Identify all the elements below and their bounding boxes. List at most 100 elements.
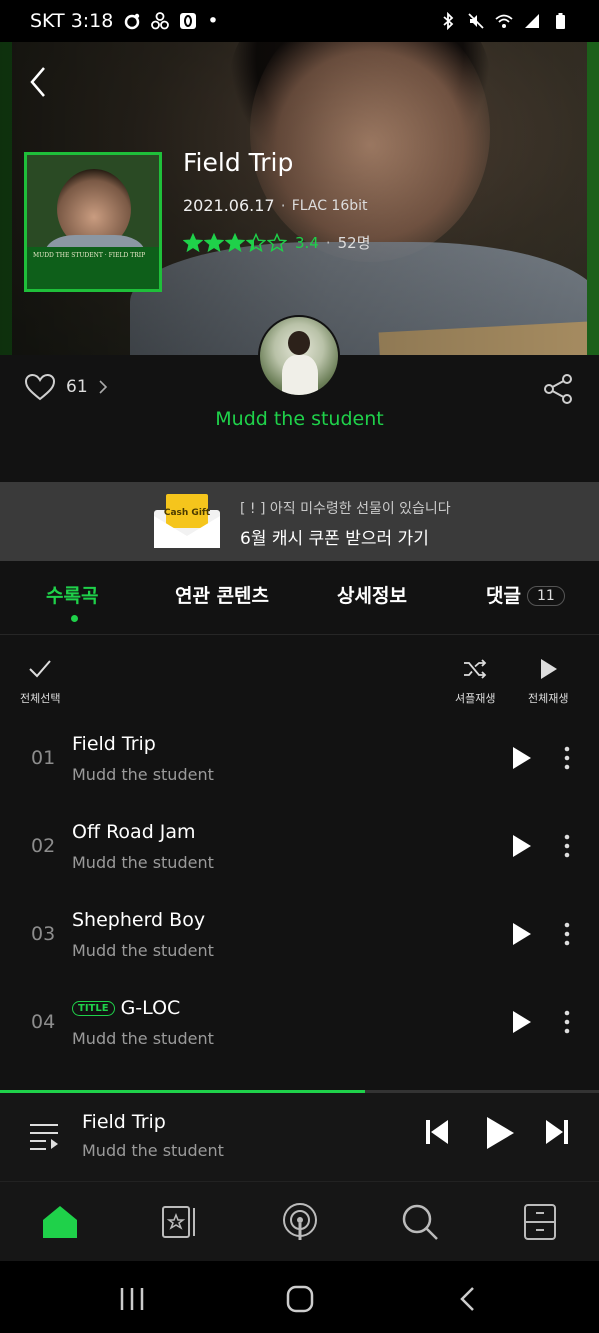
next-button[interactable] bbox=[545, 1117, 569, 1147]
album-meta: 2021.06.17 · FLAC 16bit bbox=[183, 196, 368, 215]
artist-avatar[interactable] bbox=[258, 315, 340, 397]
play-button[interactable] bbox=[484, 1115, 516, 1151]
artist-name-link[interactable]: Mudd the student bbox=[0, 408, 599, 430]
tab-details[interactable]: 상세정보 bbox=[337, 581, 407, 608]
rating-count: 52명 bbox=[337, 234, 371, 252]
shuffle-play-button[interactable]: 셔플재생 bbox=[455, 656, 495, 706]
bottom-navigation bbox=[0, 1181, 599, 1261]
star-icon bbox=[225, 232, 245, 252]
heart-icon bbox=[24, 373, 56, 401]
active-tab-indicator bbox=[71, 615, 78, 622]
track-number: 02 bbox=[31, 835, 56, 857]
track-title: TITLE G-LOC bbox=[72, 997, 180, 1019]
track-artist: Mudd the student bbox=[72, 853, 214, 872]
system-back-icon[interactable] bbox=[453, 1285, 483, 1313]
tab-related[interactable]: 연관 콘텐츠 bbox=[175, 581, 269, 608]
now-playing-artist: Mudd the student bbox=[82, 1141, 224, 1160]
track-title-text: Shepherd Boy bbox=[72, 909, 206, 931]
star-icon bbox=[204, 232, 224, 252]
library-icon[interactable] bbox=[160, 1202, 200, 1242]
home-button-icon[interactable] bbox=[285, 1285, 315, 1313]
release-date: 2021.06.17 bbox=[183, 196, 275, 215]
wifi-icon bbox=[495, 14, 513, 28]
signal-icon bbox=[525, 14, 539, 28]
star-icon bbox=[183, 232, 203, 252]
bluetooth-icon bbox=[443, 12, 454, 30]
shuffle-label: 셔플재생 bbox=[455, 692, 496, 705]
carrier-time: SKT 3:18 bbox=[30, 10, 114, 32]
rating-stars bbox=[183, 232, 287, 253]
pinwheel-icon bbox=[151, 12, 170, 30]
track-number: 03 bbox=[31, 923, 56, 945]
track-row[interactable]: 02 Off Road Jam Mudd the student bbox=[0, 805, 599, 893]
track-title-text: Off Road Jam bbox=[72, 821, 196, 843]
gift-banner[interactable]: Cash Gift [ ! ] 아직 미수령한 선물이 있습니다 6월 캐시 쿠… bbox=[0, 482, 599, 561]
music-app-icon bbox=[125, 13, 140, 30]
more-options-icon[interactable] bbox=[556, 833, 578, 859]
gift-label: Cash Gift bbox=[164, 508, 211, 518]
track-title: Field Trip bbox=[72, 733, 156, 755]
battery-icon bbox=[556, 13, 565, 29]
back-button[interactable] bbox=[26, 64, 52, 100]
select-all-button[interactable]: 전체선택 bbox=[20, 656, 60, 706]
shuffle-icon bbox=[464, 659, 487, 679]
tab-tracks[interactable]: 수록곡 bbox=[46, 581, 98, 608]
share-button[interactable] bbox=[541, 372, 575, 406]
mini-player[interactable]: Field Trip Mudd the student bbox=[0, 1093, 599, 1181]
tab-comments[interactable]: 댓글 11 bbox=[486, 581, 565, 608]
album-title: Field Trip bbox=[183, 148, 294, 177]
track-artist: Mudd the student bbox=[72, 765, 214, 784]
track-title: Shepherd Boy bbox=[72, 909, 205, 931]
track-row[interactable]: 04 TITLE G-LOC Mudd the student bbox=[0, 981, 599, 1069]
like-button[interactable]: 61 bbox=[24, 373, 108, 401]
banner-subtext: [ ! ] 아직 미수령한 선물이 있습니다 bbox=[240, 501, 451, 517]
more-options-icon[interactable] bbox=[556, 745, 578, 771]
audio-format: FLAC 16bit bbox=[291, 197, 368, 214]
banner-main-text: 6월 캐시 쿠폰 받으러 가기 bbox=[240, 529, 429, 549]
tab-comments-label: 댓글 bbox=[486, 585, 521, 607]
play-icon bbox=[541, 659, 558, 679]
track-artist: Mudd the student bbox=[72, 1029, 214, 1048]
track-number: 01 bbox=[31, 747, 56, 769]
track-play-button[interactable] bbox=[508, 921, 534, 947]
recent-apps-icon[interactable] bbox=[117, 1285, 147, 1313]
now-playing-title: Field Trip bbox=[82, 1111, 166, 1133]
star-icon bbox=[267, 232, 287, 252]
app-box-icon bbox=[180, 13, 197, 29]
rating-separator: · bbox=[325, 233, 331, 252]
title-track-badge: TITLE bbox=[72, 1000, 115, 1016]
search-icon[interactable] bbox=[400, 1202, 440, 1242]
track-row[interactable]: 01 Field Trip Mudd the student bbox=[0, 717, 599, 805]
more-options-icon[interactable] bbox=[556, 1009, 578, 1035]
rating-value: 3.4 bbox=[295, 233, 319, 252]
more-options-icon[interactable] bbox=[556, 921, 578, 947]
podcast-icon[interactable] bbox=[280, 1202, 320, 1242]
previous-button[interactable] bbox=[425, 1117, 449, 1147]
mute-icon bbox=[468, 13, 484, 29]
track-title-text: G-LOC bbox=[120, 997, 181, 1019]
notification-dot: • bbox=[207, 10, 219, 32]
chevron-right-icon bbox=[99, 380, 107, 394]
select-all-label: 전체선택 bbox=[20, 692, 61, 705]
track-title: Off Road Jam bbox=[72, 821, 196, 843]
track-row[interactable]: 03 Shepherd Boy Mudd the student bbox=[0, 893, 599, 981]
meta-separator: · bbox=[280, 196, 286, 215]
album-cover[interactable]: MUDD THE STUDENT · FIELD TRIP bbox=[24, 152, 162, 292]
star-icon bbox=[246, 232, 266, 252]
playlist-queue-icon[interactable] bbox=[28, 1121, 60, 1151]
track-play-button[interactable] bbox=[508, 1009, 534, 1035]
rating-row[interactable]: 3.4 · 52명 bbox=[183, 232, 371, 253]
play-all-label: 전체재생 bbox=[528, 692, 569, 705]
checkmark-icon bbox=[29, 660, 51, 678]
system-navigation-bar bbox=[0, 1261, 599, 1333]
artist-avatar-head bbox=[288, 331, 310, 355]
track-play-button[interactable] bbox=[508, 833, 534, 859]
album-cover-caption: MUDD THE STUDENT · FIELD TRIP bbox=[33, 252, 146, 259]
track-number: 04 bbox=[31, 1011, 56, 1033]
storage-icon[interactable] bbox=[520, 1202, 560, 1242]
home-icon[interactable] bbox=[40, 1202, 80, 1242]
track-title-text: Field Trip bbox=[72, 733, 156, 755]
tab-bar: 수록곡 연관 콘텐츠 상세정보 댓글 11 bbox=[0, 561, 599, 635]
track-play-button[interactable] bbox=[508, 745, 534, 771]
play-all-button[interactable]: 전체재생 bbox=[528, 656, 568, 706]
